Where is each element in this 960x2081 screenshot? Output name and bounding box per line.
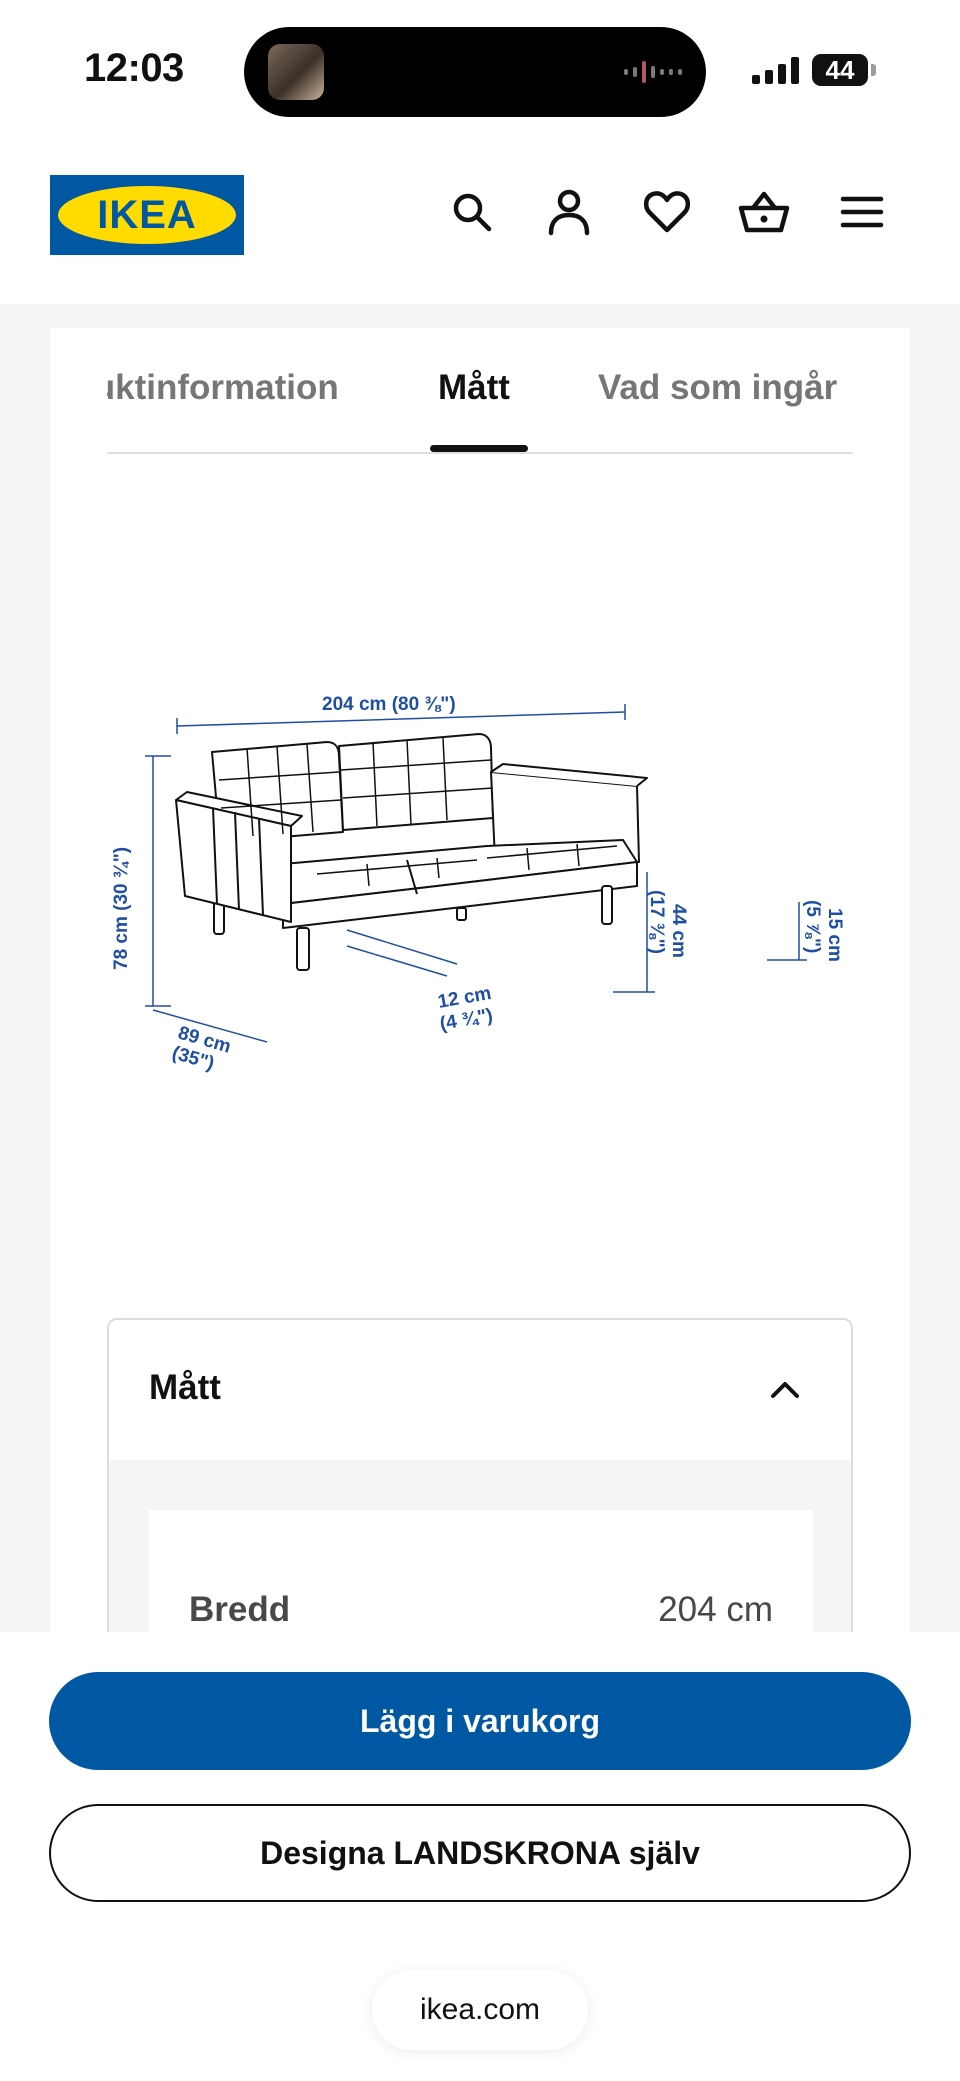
seat-height-label-in: (17 ⅜") [646, 890, 667, 954]
status-bar: 12:03 44 [0, 0, 960, 140]
search-icon[interactable] [444, 184, 500, 240]
dynamic-island[interactable] [244, 27, 706, 117]
basket-icon[interactable] [736, 184, 792, 240]
accordion-title: Mått [149, 1368, 221, 1407]
width-dimension-label: 204 cm (80 ⅜") [322, 694, 456, 715]
sofa-dimension-drawing: 204 cm (80 ⅜") 78 cm (30 ¾") 89 cm (35")… [111, 694, 845, 1075]
browser-address-bar[interactable]: ikea.com [372, 1970, 588, 2050]
add-to-cart-button[interactable]: Lägg i varukorg [49, 1672, 911, 1770]
now-playing-artwork [268, 44, 324, 100]
tab-matt[interactable]: Mått [438, 368, 510, 408]
tab-produktinformation[interactable]: Produktinformation [107, 368, 339, 408]
sticky-action-bar: Lägg i varukorg Designa LANDSKRONA själv… [0, 1632, 960, 2081]
battery-icon: 44 [812, 54, 876, 86]
menu-icon[interactable] [834, 184, 890, 240]
chevron-up-icon[interactable] [767, 1372, 803, 1408]
cellular-signal-icon [752, 56, 799, 84]
site-header: IKEA [0, 140, 960, 304]
leg-height-label-in: (5 ⅞") [802, 900, 823, 953]
dimension-row: Bredd 204 cm [149, 1510, 813, 1636]
sofa-outline [175, 733, 648, 971]
audio-waveform-icon [624, 61, 682, 83]
ikea-logo[interactable]: IKEA [50, 175, 244, 255]
product-tabs: Produktinformation Mått Vad som ingår [107, 328, 853, 454]
status-time: 12:03 [84, 46, 184, 90]
active-tab-indicator [430, 445, 528, 452]
heart-icon[interactable] [639, 184, 695, 240]
accordion-header[interactable]: Mått [109, 1320, 851, 1460]
design-yourself-button[interactable]: Designa LANDSKRONA själv [49, 1804, 911, 1902]
battery-level: 44 [825, 55, 855, 85]
leg-height-label-cm: 15 cm [824, 908, 845, 962]
dimension-value-bredd: 204 cm [658, 1590, 773, 1629]
dimension-label-bredd: Bredd [189, 1590, 291, 1629]
height-dimension-label: 78 cm (30 ¾") [111, 847, 132, 970]
accordion-body: Bredd 204 cm [109, 1460, 851, 1636]
dimensions-accordion: Mått Bredd 204 cm [107, 1318, 853, 1638]
account-icon[interactable] [541, 184, 597, 240]
seat-height-label-cm: 44 cm [668, 904, 689, 958]
tab-vad-som-ingar[interactable]: Vad som ingår [598, 368, 837, 408]
logo-wordmark: IKEA [97, 193, 197, 237]
